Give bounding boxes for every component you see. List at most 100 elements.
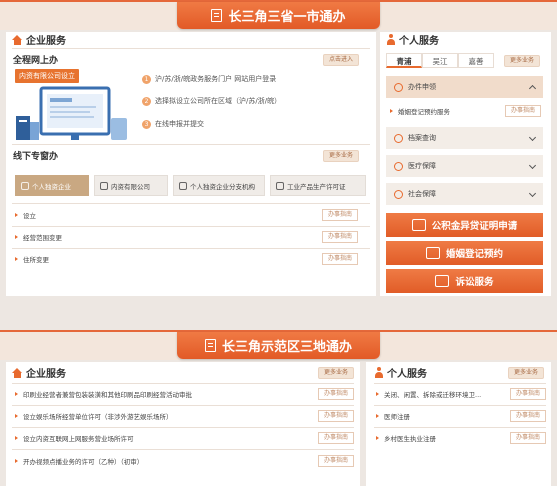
divider: [12, 48, 370, 49]
shield-icon: [394, 189, 403, 199]
list-item[interactable]: 设立娱乐场所经营单位许可（非涉外游艺娱乐场所）: [15, 411, 173, 421]
list-item-label: 关闭、闲置、拆除或迁移环境卫...: [384, 391, 482, 399]
category-tab-branch[interactable]: 个人独资企业分支机构: [173, 175, 265, 196]
online-tag[interactable]: 内资有限公司设立: [15, 69, 79, 83]
stamp-icon: [411, 219, 426, 231]
list-item-label: 设立: [23, 212, 36, 220]
guide-button[interactable]: 办事指南: [322, 231, 358, 243]
accordion-item-medical[interactable]: 医疗保障: [386, 155, 543, 177]
scale-icon: [435, 275, 450, 287]
list-item[interactable]: 印刷业经营者兼营包装装潢和其他印刷品印刷经营活动审批: [15, 389, 192, 399]
guide-button[interactable]: 办事指南: [505, 105, 541, 117]
tab-wujiang[interactable]: 吴江: [422, 53, 458, 68]
step-number: 2: [142, 96, 151, 106]
divider: [12, 144, 370, 145]
personal-more-button[interactable]: 更多业务: [504, 55, 541, 67]
enterprise-title: 企业服务: [12, 32, 66, 47]
person-icon: [21, 181, 29, 190]
big-button-label: 公积金异贷证明申请: [431, 221, 518, 232]
region-tabs: 青浦 吴江 嘉善: [386, 53, 494, 68]
step-text: 在线申报并提交: [155, 120, 204, 128]
bullet-icon: [15, 392, 18, 396]
big-button-label: 诉讼服务: [455, 277, 494, 288]
list-item-label: 开办视频点播业务的许可（乙种）（初审）: [23, 458, 144, 466]
category-tab-domestic-llc[interactable]: 内资有限公司: [94, 175, 168, 196]
person-icon: [374, 367, 384, 378]
guide-button[interactable]: 办事指南: [318, 410, 354, 422]
divider: [12, 383, 354, 384]
accordion-item-archive[interactable]: 档案查询: [386, 127, 543, 149]
list-item[interactable]: 医师注册: [376, 411, 410, 421]
house-icon: [12, 34, 23, 45]
online-title: 全程网上办: [13, 56, 59, 66]
accordion-label: 档案查询: [408, 134, 436, 142]
list-item[interactable]: 开办视频点播业务的许可（乙种）（初审）: [15, 456, 143, 466]
category-tab-production-license[interactable]: 工业产品生产许可证: [270, 175, 366, 196]
bullet-icon: [376, 436, 379, 440]
personal-panel: 个人服务 青浦 吴江 嘉善 更多业务 办件申领 婚姻登记预约服务 办事指南 档案…: [380, 32, 551, 296]
guide-button[interactable]: 办事指南: [510, 432, 546, 444]
gear-icon: [179, 181, 187, 190]
category-label: 内资有限公司: [111, 182, 150, 191]
guide-button[interactable]: 办事指南: [510, 410, 546, 422]
guide-button[interactable]: 办事指南: [322, 209, 358, 221]
bullet-icon: [390, 109, 393, 113]
housing-fund-button[interactable]: 公积金异贷证明申请: [386, 213, 543, 237]
medical-icon: [394, 161, 403, 171]
list-item[interactable]: 设立内资互联网上网服务营业场所许可: [15, 433, 134, 443]
divider: [12, 405, 354, 406]
guide-button[interactable]: 办事指南: [510, 388, 546, 400]
divider: [12, 203, 370, 204]
step-number: 3: [142, 119, 151, 129]
offline-more-button[interactable]: 更多业务: [323, 150, 360, 162]
list-item[interactable]: 经营范围变更: [15, 232, 62, 242]
bullet-icon: [376, 414, 379, 418]
accordion-item-social[interactable]: 社会保障: [386, 183, 543, 205]
tab-qingpu[interactable]: 青浦: [386, 53, 422, 68]
divider: [12, 427, 354, 428]
category-label: 工业产品生产许可证: [287, 182, 346, 191]
divider: [374, 427, 546, 428]
step-number: 1: [142, 74, 151, 84]
personal2-title-text: 个人服务: [387, 369, 427, 380]
personal2-more-button[interactable]: 更多业务: [508, 367, 545, 379]
accordion-label: 社会保障: [408, 190, 436, 198]
guide-button[interactable]: 办事指南: [322, 253, 358, 265]
enterprise2-more-button[interactable]: 更多业务: [318, 367, 355, 379]
factory-icon: [276, 181, 284, 190]
divider: [12, 226, 370, 227]
divider: [374, 405, 546, 406]
bullet-icon: [15, 436, 18, 440]
enterprise-panel: 企业服务 全程网上办 点击进入 内资有限公司设立 1 沪/苏/浙/皖政务服务门户…: [6, 32, 376, 296]
bullet-icon: [15, 213, 18, 217]
chevron-down-icon: [528, 133, 537, 142]
bullet-icon: [15, 257, 18, 261]
category-tab-sole-proprietorship[interactable]: 个人独资企业: [15, 175, 89, 196]
litigation-button[interactable]: 诉讼服务: [386, 269, 543, 293]
list-item[interactable]: 设立: [15, 210, 36, 220]
divider: [12, 449, 354, 450]
guide-button[interactable]: 办事指南: [318, 455, 354, 467]
building-icon: [100, 181, 108, 190]
guide-button[interactable]: 办事指南: [318, 388, 354, 400]
step-text: 沪/苏/浙/皖政务服务门户 网站用户登录: [155, 75, 277, 83]
online-more-button[interactable]: 点击进入: [323, 54, 360, 66]
chevron-down-icon: [528, 161, 537, 170]
marriage-booking-button[interactable]: 婚姻登记预约: [386, 241, 543, 265]
tab-jiashan[interactable]: 嘉善: [458, 53, 494, 68]
list-item-label: 设立娱乐场所经营单位许可（非涉外游艺娱乐场所）: [23, 413, 173, 421]
guide-button[interactable]: 办事指南: [318, 432, 354, 444]
list-item[interactable]: 乡村医生执业注册: [376, 433, 436, 443]
list-item-label: 住所变更: [23, 256, 49, 264]
list-item[interactable]: 关闭、闲置、拆除或迁移环境卫...: [376, 389, 481, 399]
step-text: 选择拟设立公司所在区域（沪/苏/浙/皖）: [155, 97, 282, 105]
document-icon: [204, 339, 216, 352]
list-item-label: 印刷业经营者兼营包装装潢和其他印刷品印刷经营活动审批: [23, 391, 192, 399]
list-item-label: 设立内资互联网上网服务营业场所许可: [23, 435, 134, 443]
accordion-item-apply[interactable]: 办件申领: [386, 76, 543, 98]
list-item-label: 医师注册: [384, 413, 410, 421]
list-item[interactable]: 婚姻登记预约服务: [390, 106, 450, 116]
list-item[interactable]: 住所变更: [15, 254, 49, 264]
enterprise-panel-2: 企业服务 更多业务 印刷业经营者兼营包装装潢和其他印刷品印刷经营活动审批 办事指…: [6, 362, 360, 486]
enterprise2-title-text: 企业服务: [26, 369, 66, 380]
